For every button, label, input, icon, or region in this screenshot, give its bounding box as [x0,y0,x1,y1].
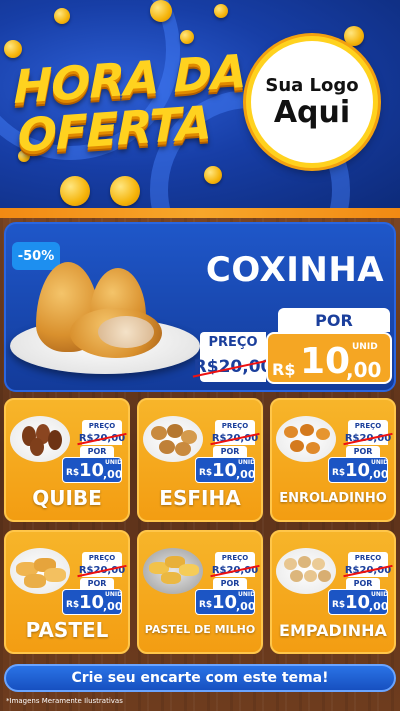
old-price-value: R$20,00 [344,564,392,576]
price-box: R$ 10 ,00 UNID [62,589,123,615]
price-integer: 10 [79,592,105,613]
unit: UNID [371,459,389,466]
coxinha-filling [98,316,154,348]
discount-badge: -50% [12,242,60,270]
featured-currency: R$ [272,360,296,379]
featured-unit: UNID [352,342,378,352]
product-card-pastel: PREÇO R$20,00 POR R$ 10 ,00 UNID PASTEL [4,530,130,654]
price-box: R$ 10 ,00 UNID [328,589,389,615]
product-name: EMPADINHA [279,621,387,640]
coin-decoration [214,4,228,18]
disclaimer-text: *Imagens Meramente Ilustrativas [6,697,123,705]
unit: UNID [238,459,256,466]
old-price: R$20,00 [78,563,126,577]
currency: R$ [199,468,213,478]
old-price-value: R$20,00 [344,432,392,444]
currency: R$ [66,468,80,478]
currency: R$ [66,600,80,610]
por-label: POR [213,446,247,457]
price-integer: 10 [212,592,238,613]
featured-old-price: R$20,00 [194,352,272,382]
quibe-image [10,416,70,462]
pastel-image [10,548,70,594]
preco-label: PREÇO [82,420,122,431]
unit: UNID [105,459,123,466]
price-box: R$ 10 ,00 UNID [195,457,256,483]
preco-label: PREÇO [215,552,255,563]
price-decimal: ,00 [236,600,256,613]
old-price-value: R$20,00 [211,564,259,576]
old-price: R$20,00 [211,563,259,577]
product-card-enroladinho: PREÇO R$20,00 POR R$ 10 ,00 UNID ENROLAD… [270,398,396,522]
price-integer: 10 [345,460,371,481]
price-box: R$ 10 ,00 UNID [328,457,389,483]
price-integer: 10 [345,592,371,613]
old-price: R$20,00 [344,431,392,445]
product-card-empadinha: PREÇO R$20,00 POR R$ 10 ,00 UNID EMPADIN… [270,530,396,654]
preco-label: PREÇO [348,420,388,431]
currency: R$ [332,600,346,610]
product-card-pastel-de-milho: PREÇO R$20,00 POR R$ 10 ,00 UNID PASTEL … [137,530,263,654]
old-price-value: R$20,00 [211,432,259,444]
featured-price-integer: 10 [300,341,351,382]
featured-preco-label: PREÇO [200,332,266,352]
product-card-quibe: PREÇO R$20,00 POR R$ 10 ,00 UNID QUIBE [4,398,130,522]
por-label: POR [80,446,114,457]
unit: UNID [371,591,389,598]
currency: R$ [199,600,213,610]
enroladinho-image [276,416,336,462]
old-price: R$20,00 [78,431,126,445]
product-name: ENROLADINHO [279,491,387,506]
featured-por-label: POR [278,308,390,332]
header-banner: HORA DA OFERTA Sua Logo Aqui [0,0,400,214]
price-integer: 10 [212,460,238,481]
featured-price-decimal: ,00 [346,358,382,382]
currency: R$ [332,468,346,478]
coin-decoration [110,176,140,206]
unit: UNID [238,591,256,598]
coin-decoration [344,26,364,46]
header-divider [0,208,400,218]
product-name: ESFIHA [159,486,241,510]
logo-text-line-2: Aqui [273,95,351,130]
featured-old-price-value: R$20,00 [193,357,273,377]
pastel-de-milho-image [143,548,203,594]
preco-label: PREÇO [215,420,255,431]
featured-product-name: COXINHA [205,250,385,290]
por-label: POR [346,446,380,457]
preco-label: PREÇO [82,552,122,563]
coin-decoration [54,8,70,24]
coin-decoration [4,40,22,58]
product-name: QUIBE [32,486,102,510]
old-price-value: R$20,00 [78,564,126,576]
product-card-esfiha: PREÇO R$20,00 POR R$ 10 ,00 UNID ESFIHA [137,398,263,522]
price-decimal: ,00 [103,468,123,481]
coin-decoration [180,30,194,44]
coin-decoration [204,166,222,184]
por-label: POR [80,578,114,589]
price-box: R$ 10 ,00 UNID [62,457,123,483]
esfiha-image [143,416,203,462]
empadinha-image [276,548,336,594]
unit: UNID [105,591,123,598]
price-decimal: ,00 [103,600,123,613]
price-decimal: ,00 [369,468,389,481]
por-label: POR [213,578,247,589]
price-decimal: ,00 [369,600,389,613]
logo-placeholder: Sua Logo Aqui [246,36,378,168]
coin-decoration [60,176,90,206]
old-price: R$20,00 [211,431,259,445]
create-flyer-button[interactable]: Crie seu encarte com este tema! [4,664,396,692]
por-label: POR [346,578,380,589]
price-decimal: ,00 [236,468,256,481]
product-name: PASTEL DE MILHO [144,623,256,636]
logo-text-line-1: Sua Logo [265,75,359,96]
preco-label: PREÇO [348,552,388,563]
old-price: R$20,00 [344,563,392,577]
coin-decoration [150,0,172,22]
price-box: R$ 10 ,00 UNID [195,589,256,615]
product-name: PASTEL [25,618,109,642]
old-price-value: R$20,00 [78,432,126,444]
price-integer: 10 [79,460,105,481]
